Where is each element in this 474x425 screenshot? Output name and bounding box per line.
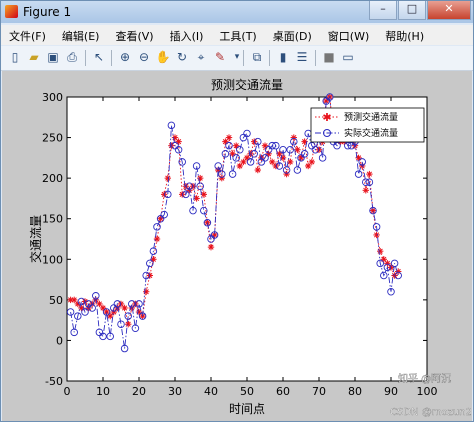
new-figure-icon[interactable]: ▯ (7, 49, 23, 65)
logo-watermark: 知乎 @阿沉 (398, 372, 451, 385)
y-tick-label: 100 (42, 253, 63, 266)
arrow-select-icon[interactable]: ↖ (91, 49, 107, 65)
x-axis-label: 时间点 (229, 402, 265, 416)
predicted-data-point (207, 243, 215, 251)
minimize-button[interactable]: – (369, 1, 397, 20)
show-plot-tools-icon[interactable]: ▭ (340, 49, 356, 65)
menu-view[interactable]: 查看(V) (107, 25, 161, 45)
legend-label-actual: 实际交通流量 (344, 127, 398, 139)
y-tick-label: 250 (42, 132, 63, 145)
maximize-button[interactable]: □ (398, 1, 426, 20)
insert-legend-icon[interactable]: ☰ (294, 49, 310, 65)
predicted-data-point (225, 134, 233, 141)
predicted-data-point (373, 231, 380, 239)
csdn-watermark: CSDN @mozun2020 (390, 407, 472, 418)
brush-icon[interactable]: ✎ (212, 49, 228, 65)
close-button[interactable]: ✕ (427, 1, 471, 20)
open-file-icon[interactable]: ▰ (26, 49, 42, 65)
predicted-data-point (153, 235, 161, 243)
menu-edit[interactable]: 编辑(E) (54, 25, 108, 45)
x-tick-label: 80 (348, 385, 362, 398)
pan-icon[interactable]: ✋ (155, 49, 171, 65)
save-icon[interactable]: ▣ (45, 49, 61, 65)
rotate-3d-icon[interactable]: ↻ (174, 49, 190, 65)
menu-bar: 文件(F) 编辑(E) 查看(V) 插入(I) 工具(T) 桌面(D) 窗口(W… (1, 25, 473, 45)
insert-colorbar-icon[interactable]: ▮ (275, 49, 291, 65)
legend-marker-predicted: ✱ (322, 111, 331, 124)
menu-tools[interactable]: 工具(T) (211, 25, 264, 45)
x-tick-label: 90 (384, 385, 398, 398)
legend[interactable]: ✱ 预测交通流量 实际交通流量 (310, 107, 425, 143)
y-tick-label: -50 (45, 375, 63, 388)
hide-plot-tools-icon[interactable]: ■ (321, 49, 337, 65)
menu-insert[interactable]: 插入(I) (162, 25, 212, 45)
zoom-out-icon[interactable]: ⊖ (136, 49, 152, 65)
figure-canvas: 预测交通流量 时间点 交通流量 0 10 20 30 40 50 60 70 80 90 100 -5… (2, 71, 474, 421)
window-title: Figure 1 (23, 5, 72, 19)
y-tick-label: 0 (56, 334, 63, 347)
data-cursor-icon[interactable]: ⌖ (193, 49, 209, 65)
matlab-icon (5, 5, 18, 18)
x-tick-label: 30 (168, 385, 182, 398)
link-plot-icon[interactable]: ⧉ (249, 49, 265, 65)
menu-help[interactable]: 帮助(H) (377, 25, 432, 45)
y-tick-label: 150 (42, 213, 63, 226)
figure-window: Figure 1 – □ ✕ 文件(F) 编辑(E) 查看(V) 插入(I) 工… (0, 0, 474, 422)
x-tick-label: 10 (96, 385, 110, 398)
legend-label-predicted: 预测交通流量 (344, 111, 398, 123)
y-tick-label: 300 (42, 91, 63, 104)
chart-title: 预测交通流量 (211, 77, 283, 92)
x-tick-label: 20 (132, 385, 146, 398)
menu-file[interactable]: 文件(F) (1, 25, 54, 45)
x-tick-label: 0 (64, 385, 71, 398)
menu-window[interactable]: 窗口(W) (320, 25, 377, 45)
chart-svg[interactable]: 预测交通流量 时间点 交通流量 0 10 20 30 40 50 60 70 80 90 100 -5… (2, 71, 474, 421)
toolbar: ▯ ▰ ▣ ⎙ ↖ ⊕ ⊖ ✋ ↻ ⌖ ✎ ▾ ⧉ ▮ ☰ ■ ▭ (1, 46, 473, 71)
x-tick-label: 70 (312, 385, 326, 398)
print-icon[interactable]: ⎙ (64, 49, 80, 65)
x-tick-label: 60 (276, 385, 290, 398)
menu-desktop[interactable]: 桌面(D) (265, 25, 320, 45)
zoom-in-icon[interactable]: ⊕ (117, 49, 133, 65)
y-tick-label: 50 (49, 294, 63, 307)
y-tick-label: 200 (42, 172, 63, 185)
title-bar[interactable]: Figure 1 – □ ✕ (1, 1, 473, 23)
x-tick-label: 40 (204, 385, 218, 398)
x-tick-label: 100 (417, 385, 438, 398)
x-tick-label: 50 (240, 385, 254, 398)
y-axis-label: 交通流量 (28, 215, 43, 263)
